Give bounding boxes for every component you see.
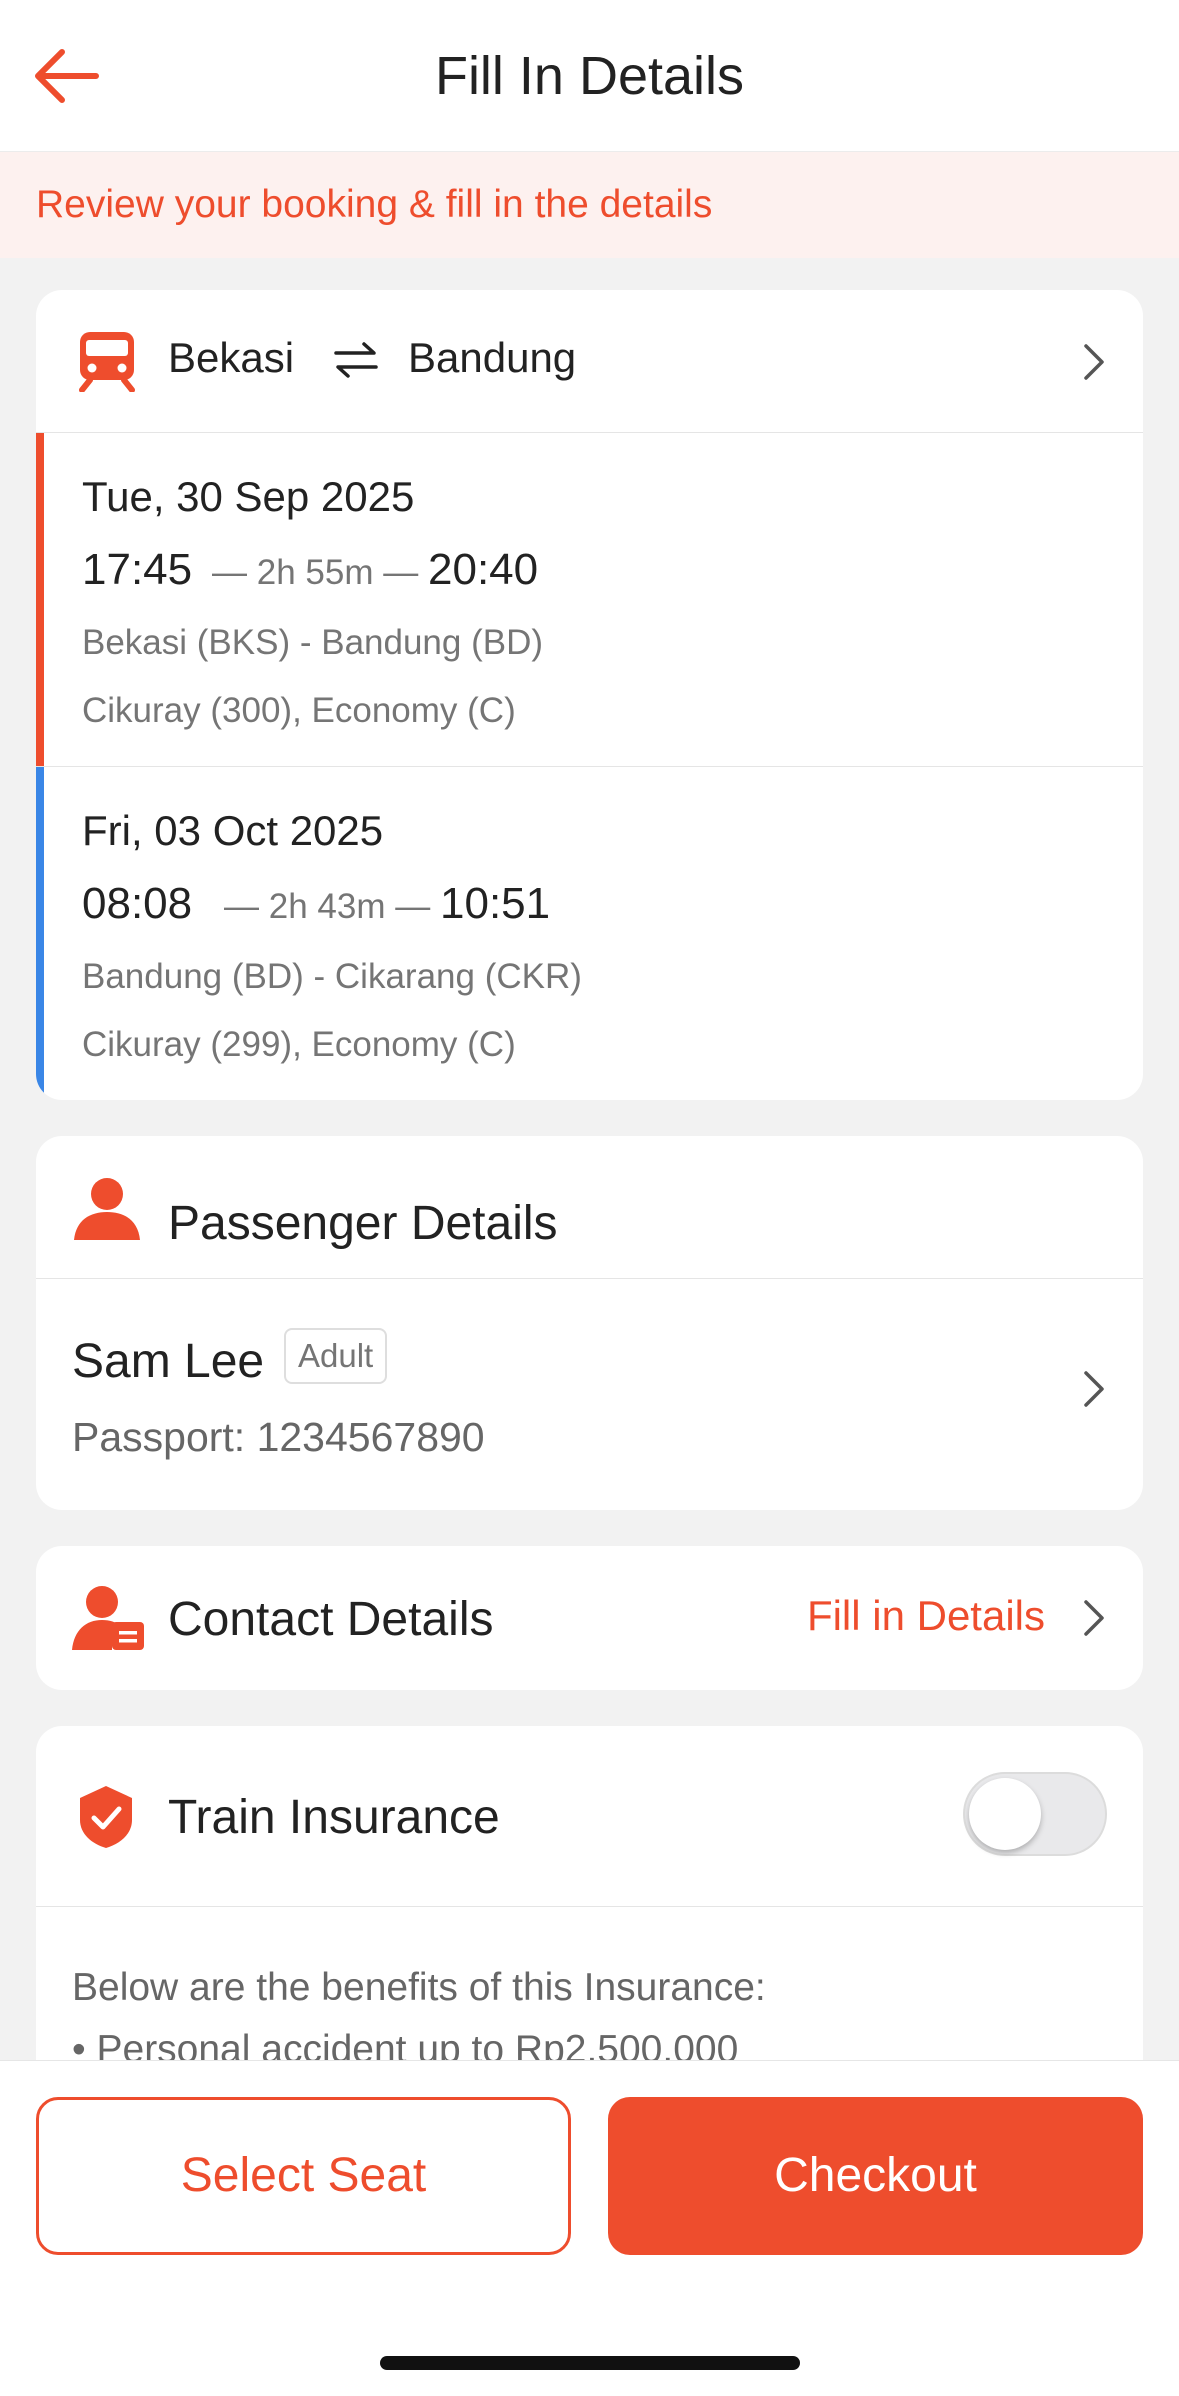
outbound-leg: Tue, 30 Sep 2025 17:45 — 2h 55m — 20:40 …	[36, 433, 1143, 767]
chevron-right-icon	[1084, 344, 1104, 380]
arrival-time: 10:51	[440, 879, 551, 928]
leg-route: Bandung (BD) - Cikarang (CKR)	[82, 957, 582, 996]
return-accent-bar	[36, 767, 44, 1100]
checkout-button[interactable]: Checkout	[608, 2097, 1143, 2255]
shield-check-icon	[80, 1786, 132, 1848]
chevron-right-icon	[1084, 1371, 1104, 1407]
chevron-right-icon	[1084, 1600, 1104, 1636]
home-indicator[interactable]	[380, 2356, 800, 2370]
leg-route: Bekasi (BKS) - Bandung (BD)	[82, 623, 544, 662]
review-banner: Review your booking & fill in the detail…	[0, 152, 1179, 258]
leg-date: Tue, 30 Sep 2025	[82, 473, 415, 520]
passport-number: Passport: 1234567890	[72, 1414, 485, 1460]
passenger-name: Sam Lee	[72, 1335, 265, 1388]
arrow-left-icon	[35, 49, 99, 103]
passenger-card: Passenger Details Sam Lee Adult Passport…	[36, 1136, 1143, 1510]
page-title: Fill In Details	[434, 46, 745, 106]
insurance-toggle[interactable]	[963, 1772, 1107, 1856]
select-seat-button[interactable]: Select Seat	[36, 2097, 571, 2255]
divider	[36, 1906, 1143, 1907]
arrival-time: 20:40	[428, 545, 539, 594]
section-title: Contact Details	[168, 1593, 494, 1646]
contact-card-icon	[72, 1586, 144, 1650]
journey-card: Bekasi Bandung Tue, 30 Sep 2025 17:45 — …	[36, 290, 1143, 1100]
fill-in-details-link[interactable]: Fill in Details	[807, 1592, 1045, 1640]
outbound-accent-bar	[36, 433, 44, 767]
contact-card[interactable]: Contact Details Fill in Details	[36, 1546, 1143, 1690]
passenger-type-badge: Adult	[284, 1328, 388, 1384]
return-leg: Fri, 03 Oct 2025 08:08 — 2h 43m — 10:51 …	[36, 767, 1143, 1100]
back-button[interactable]	[30, 38, 120, 114]
route-summary-row[interactable]: Bekasi Bandung	[36, 290, 1143, 432]
leg-date: Fri, 03 Oct 2025	[82, 807, 384, 854]
person-icon	[74, 1178, 140, 1240]
passenger-row[interactable]: Sam Lee Adult Passport: 1234567890	[36, 1279, 1143, 1510]
route-origin: Bekasi	[168, 334, 295, 381]
leg-train-class: Cikuray (299), Economy (C)	[82, 1025, 516, 1064]
trip-duration: — 2h 55m —	[212, 553, 419, 592]
route-destination: Bandung	[408, 334, 577, 381]
departure-time: 08:08	[82, 879, 193, 928]
train-icon	[79, 332, 135, 392]
header-bar: Fill In Details	[0, 0, 1179, 152]
departure-time: 17:45	[82, 545, 193, 594]
leg-train-class: Cikuray (300), Economy (C)	[82, 691, 516, 730]
swap-arrows-icon	[334, 342, 378, 378]
trip-duration: — 2h 43m —	[224, 887, 431, 926]
toggle-knob	[969, 1778, 1041, 1850]
benefits-intro: Below are the benefits of this Insurance…	[72, 1966, 766, 2009]
section-title: Passenger Details	[168, 1197, 558, 1250]
section-title: Train Insurance	[168, 1791, 500, 1844]
bottom-action-bar: Select Seat Checkout	[0, 2060, 1179, 2396]
